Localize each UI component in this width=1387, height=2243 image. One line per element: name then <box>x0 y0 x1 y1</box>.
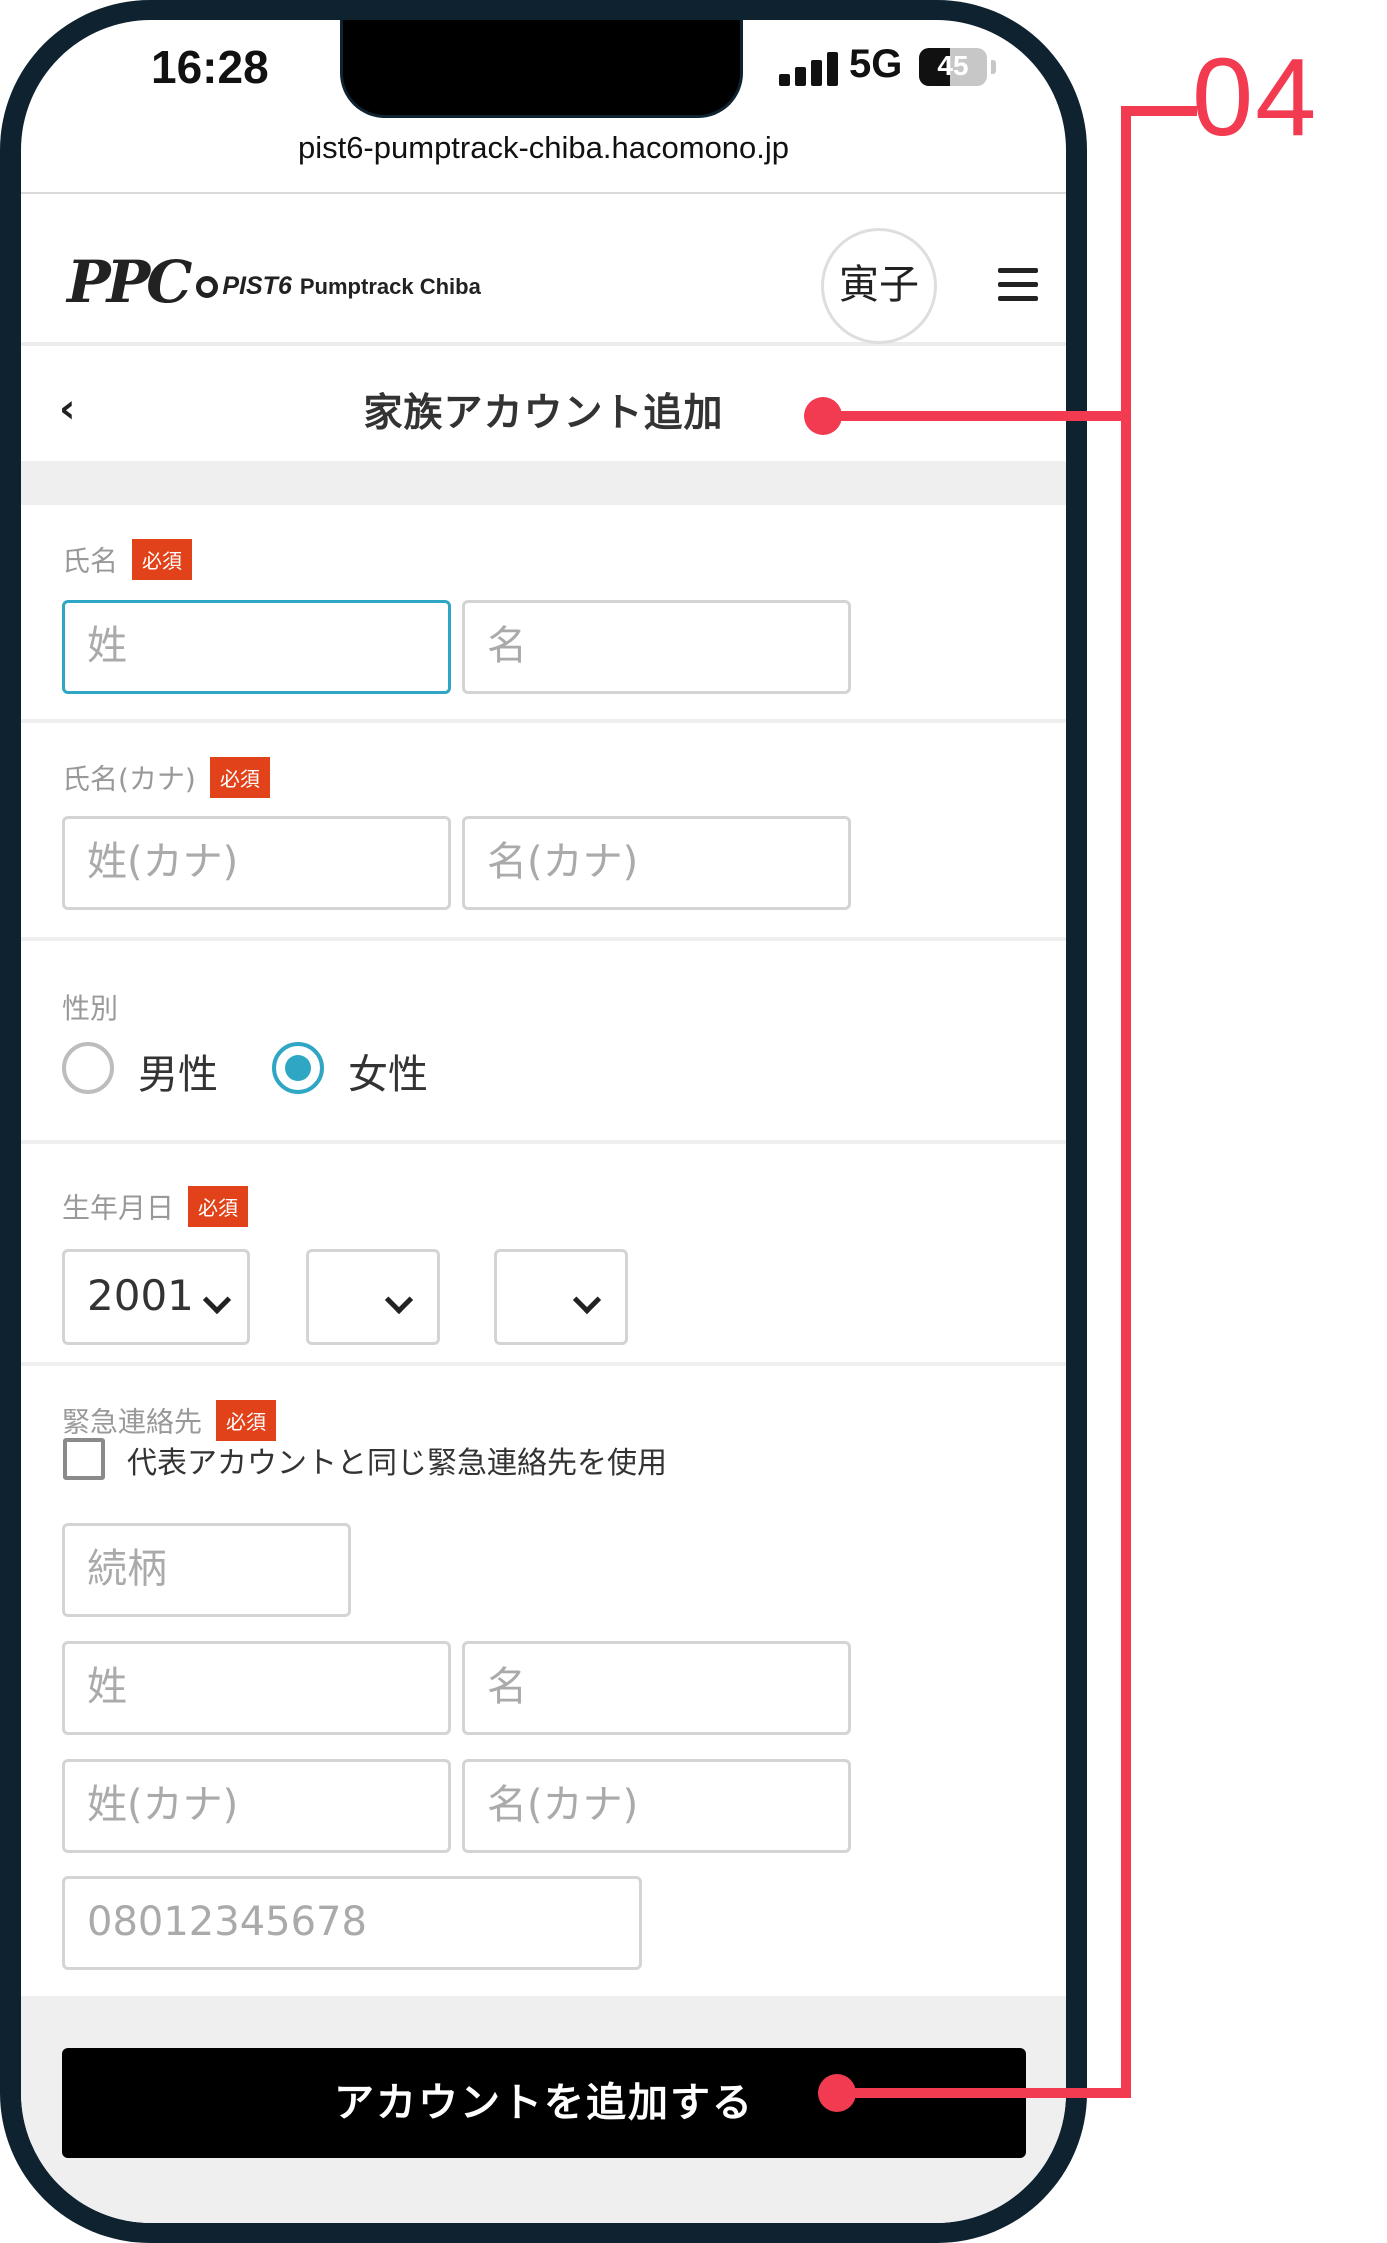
phone-screen: 16:28 5G 45 pist6-pumptrack-chiba.hacomo… <box>21 20 1066 2223</box>
emergency-last-kana-input[interactable]: 姓(カナ) <box>62 1759 451 1853</box>
logo-text: PIST6 <box>222 272 292 300</box>
birth-day-select[interactable] <box>494 1249 628 1345</box>
required-badge: 必須 <box>209 757 270 798</box>
add-account-button[interactable]: アカウントを追加する <box>62 2048 1026 2158</box>
emergency-phone-input[interactable]: 08012345678 <box>62 1876 642 1970</box>
chevron-down-icon <box>202 1285 232 1315</box>
battery-tip <box>991 60 996 74</box>
birth-month-select[interactable] <box>306 1249 440 1345</box>
gender-label-row: 性別 <box>62 987 118 1027</box>
callout-button-dot <box>818 2074 856 2112</box>
notch <box>340 20 743 118</box>
name-label: 氏名 <box>62 544 119 578</box>
logo-subtext: Pumptrack Chiba <box>299 274 481 299</box>
address-bar[interactable]: pist6-pumptrack-chiba.hacomono.jp <box>21 130 1066 194</box>
birth-year-value: 2001 <box>87 1271 194 1320</box>
name-label-row: 氏名 必須 <box>62 539 193 580</box>
required-badge: 必須 <box>216 1400 277 1441</box>
battery-icon: 45 <box>919 48 987 86</box>
network-label: 5G <box>849 42 903 86</box>
same-emergency-checkbox[interactable] <box>63 1438 105 1480</box>
gender-female-radio[interactable] <box>272 1042 324 1094</box>
gender-female-label[interactable]: 女性 <box>348 1042 428 1100</box>
hamburger-menu-icon[interactable] <box>998 268 1038 302</box>
avatar[interactable]: 寅子 <box>821 228 937 344</box>
last-name-input[interactable]: 姓 <box>62 600 451 694</box>
last-name-kana-input[interactable]: 姓(カナ) <box>62 816 451 910</box>
callout-vertical-line <box>1121 108 1131 2098</box>
first-name-kana-input[interactable]: 名(カナ) <box>462 816 851 910</box>
required-badge: 必須 <box>132 539 193 580</box>
emergency-first-name-input[interactable]: 名 <box>462 1641 851 1735</box>
emergency-first-kana-input[interactable]: 名(カナ) <box>462 1759 851 1853</box>
kana-label: 氏名(カナ) <box>62 762 196 796</box>
same-emergency-label[interactable]: 代表アカウントと同じ緊急連絡先を使用 <box>127 1438 667 1482</box>
phone-frame: 16:28 5G 45 pist6-pumptrack-chiba.hacomo… <box>0 0 1087 2243</box>
callout-title-line <box>818 411 1131 421</box>
callout-title-dot <box>804 397 842 435</box>
birth-year-select[interactable]: 2001 <box>62 1249 250 1345</box>
gender-male-radio[interactable] <box>62 1042 114 1094</box>
emergency-label-row: 緊急連絡先 必須 <box>62 1400 277 1441</box>
status-bar: 16:28 5G 45 <box>21 20 1066 130</box>
site-header: PPC PIST6 Pumptrack Chiba 寅子 <box>21 196 1066 346</box>
kana-label-row: 氏名(カナ) 必須 <box>62 757 270 798</box>
first-name-input[interactable]: 名 <box>462 600 851 694</box>
status-time: 16:28 <box>151 41 269 93</box>
chevron-down-icon <box>384 1285 414 1315</box>
battery-percent: 45 <box>937 50 969 81</box>
signal-icon <box>779 52 841 86</box>
page-title: 家族アカウント追加 <box>363 391 724 436</box>
callout-number: 04 <box>1192 36 1319 159</box>
callout-top-line <box>1121 106 1197 116</box>
birthdate-label-row: 生年月日 必須 <box>62 1186 249 1227</box>
required-badge: 必須 <box>188 1186 249 1227</box>
relation-input[interactable]: 続柄 <box>62 1523 351 1617</box>
emergency-label: 緊急連絡先 <box>62 1405 203 1439</box>
title-bar: ‹ 家族アカウント追加 <box>21 350 1066 460</box>
birthdate-label: 生年月日 <box>62 1191 175 1225</box>
logo-ring-icon <box>196 276 219 298</box>
callout-button-line <box>836 2088 1131 2098</box>
site-logo[interactable]: PPC PIST6 Pumptrack Chiba <box>67 248 481 316</box>
logo-mark: PPC <box>67 248 192 316</box>
emergency-last-name-input[interactable]: 姓 <box>62 1641 451 1735</box>
gender-label: 性別 <box>62 992 119 1025</box>
chevron-down-icon <box>572 1285 602 1315</box>
gender-male-label[interactable]: 男性 <box>138 1042 218 1100</box>
divider-band <box>21 461 1066 505</box>
